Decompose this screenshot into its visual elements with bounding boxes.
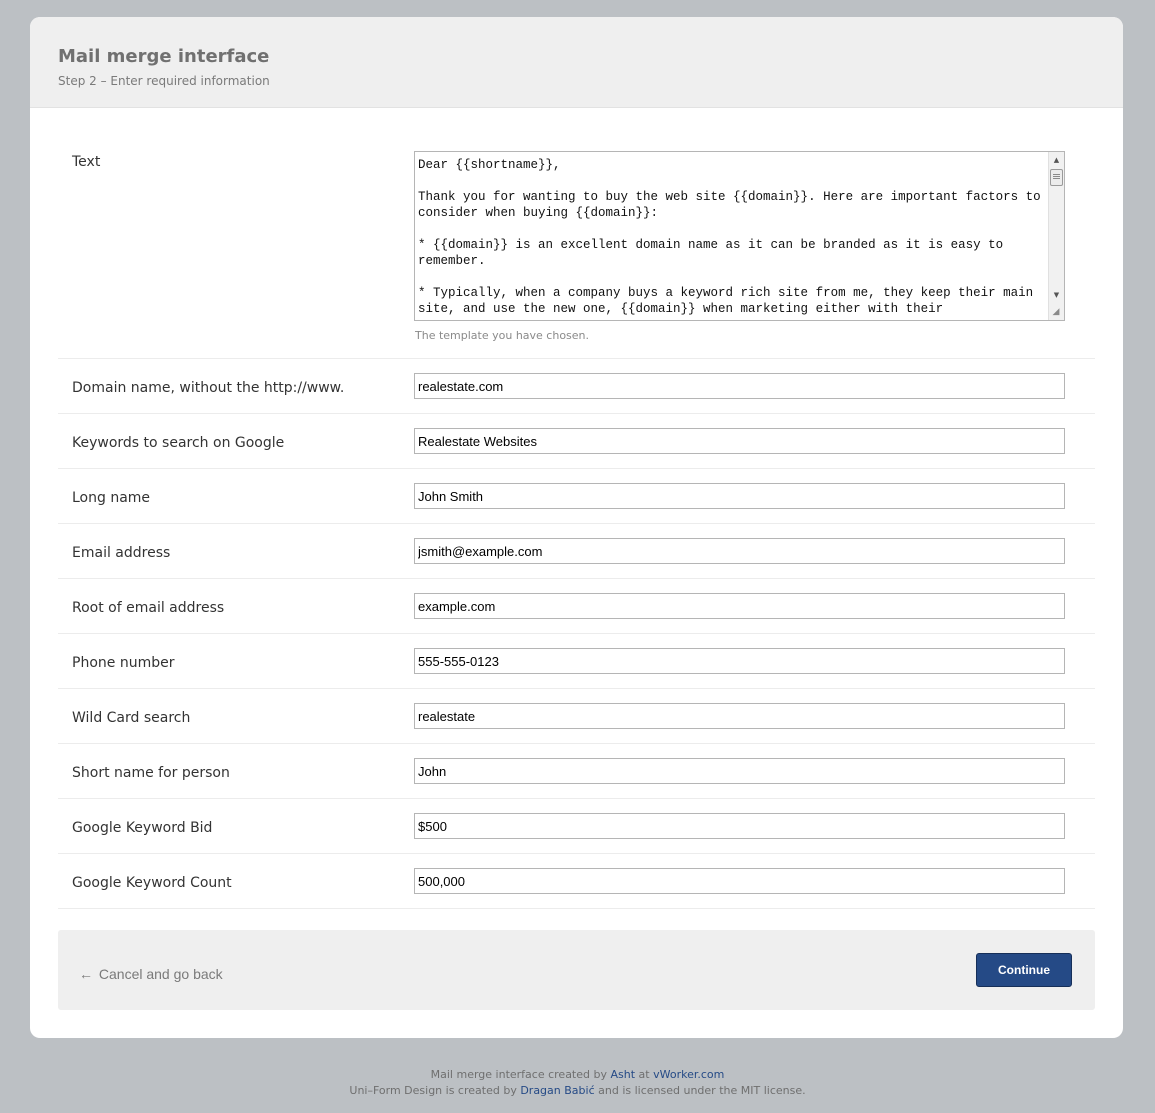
form-row-email-root: Root of email address [58,579,1095,634]
email-root-label: Root of email address [72,600,225,616]
form-row-phone: Phone number [58,634,1095,689]
step-subtitle: Step 2 – Enter required information [58,74,270,88]
long-name-label: Long name [72,490,151,506]
scroll-down-icon[interactable]: ▼ [1049,288,1064,302]
email-label: Email address [72,545,171,561]
keyword-count-label: Google Keyword Count [72,875,232,891]
form-row-domain: Domain name, without the http://www. [58,359,1095,414]
back-arrow-icon: ← [79,966,93,982]
footer-credit-line: Mail merge interface created by Asht at … [0,1067,1155,1083]
phone-input[interactable] [414,648,1065,674]
footer-license-prefix: Uni–Form Design is created by [349,1084,517,1097]
footer-at: at [638,1068,650,1081]
wildcard-input[interactable] [414,703,1065,729]
footer: Mail merge interface created by Asht at … [0,1067,1155,1099]
keyword-bid-input[interactable] [414,813,1065,839]
long-name-input[interactable] [414,483,1065,509]
button-bar: ← Cancel and go back Continue [58,930,1095,1010]
template-hint: The template you have chosen. [415,329,590,342]
cancel-link[interactable]: ← Cancel and go back [79,966,223,982]
keywords-input[interactable] [414,428,1065,454]
footer-credit-prefix: Mail merge interface created by [430,1068,607,1081]
designer-link[interactable]: Dragan Babić [520,1084,594,1097]
mail-merge-form: Text Dear {{shortname}}, Thank you for w… [58,134,1095,909]
footer-license-suffix: and is licensed under the MIT license. [598,1084,806,1097]
form-row-keywords: Keywords to search on Google [58,414,1095,469]
short-name-input[interactable] [414,758,1065,784]
template-text: Dear {{shortname}}, Thank you for wantin… [418,158,1041,316]
scroll-up-icon[interactable]: ▲ [1049,153,1064,167]
footer-license-line: Uni–Form Design is created by Dragan Bab… [0,1083,1155,1099]
mail-merge-panel: Mail merge interface Step 2 – Enter requ… [30,17,1123,1038]
template-textarea[interactable]: Dear {{shortname}}, Thank you for wantin… [414,151,1065,321]
form-row-long-name: Long name [58,469,1095,524]
form-row-text: Text Dear {{shortname}}, Thank you for w… [58,134,1095,359]
author-link[interactable]: Asht [610,1068,635,1081]
text-label: Text [72,154,101,170]
email-input[interactable] [414,538,1065,564]
cancel-label: Cancel and go back [98,966,223,982]
keywords-label: Keywords to search on Google [72,435,285,451]
resize-grip-icon[interactable]: ◢ [1048,304,1064,320]
form-row-keyword-bid: Google Keyword Bid [58,799,1095,854]
wildcard-label: Wild Card search [72,710,191,726]
vworker-link[interactable]: vWorker.com [653,1068,724,1081]
keyword-count-input[interactable] [414,868,1065,894]
form-row-email: Email address [58,524,1095,579]
short-name-label: Short name for person [72,765,230,781]
phone-label: Phone number [72,655,175,671]
page-title: Mail merge interface [58,46,270,67]
domain-label: Domain name, without the http://www. [72,380,345,396]
domain-input[interactable] [414,373,1065,399]
email-root-input[interactable] [414,593,1065,619]
continue-button[interactable]: Continue [976,953,1072,987]
keyword-bid-label: Google Keyword Bid [72,820,213,836]
form-row-short-name: Short name for person [58,744,1095,799]
panel-header: Mail merge interface Step 2 – Enter requ… [30,17,1123,108]
form-row-keyword-count: Google Keyword Count [58,854,1095,909]
form-row-wildcard: Wild Card search [58,689,1095,744]
textarea-scrollbar[interactable]: ▲ ▼ [1048,152,1064,320]
scroll-thumb[interactable] [1050,169,1063,186]
